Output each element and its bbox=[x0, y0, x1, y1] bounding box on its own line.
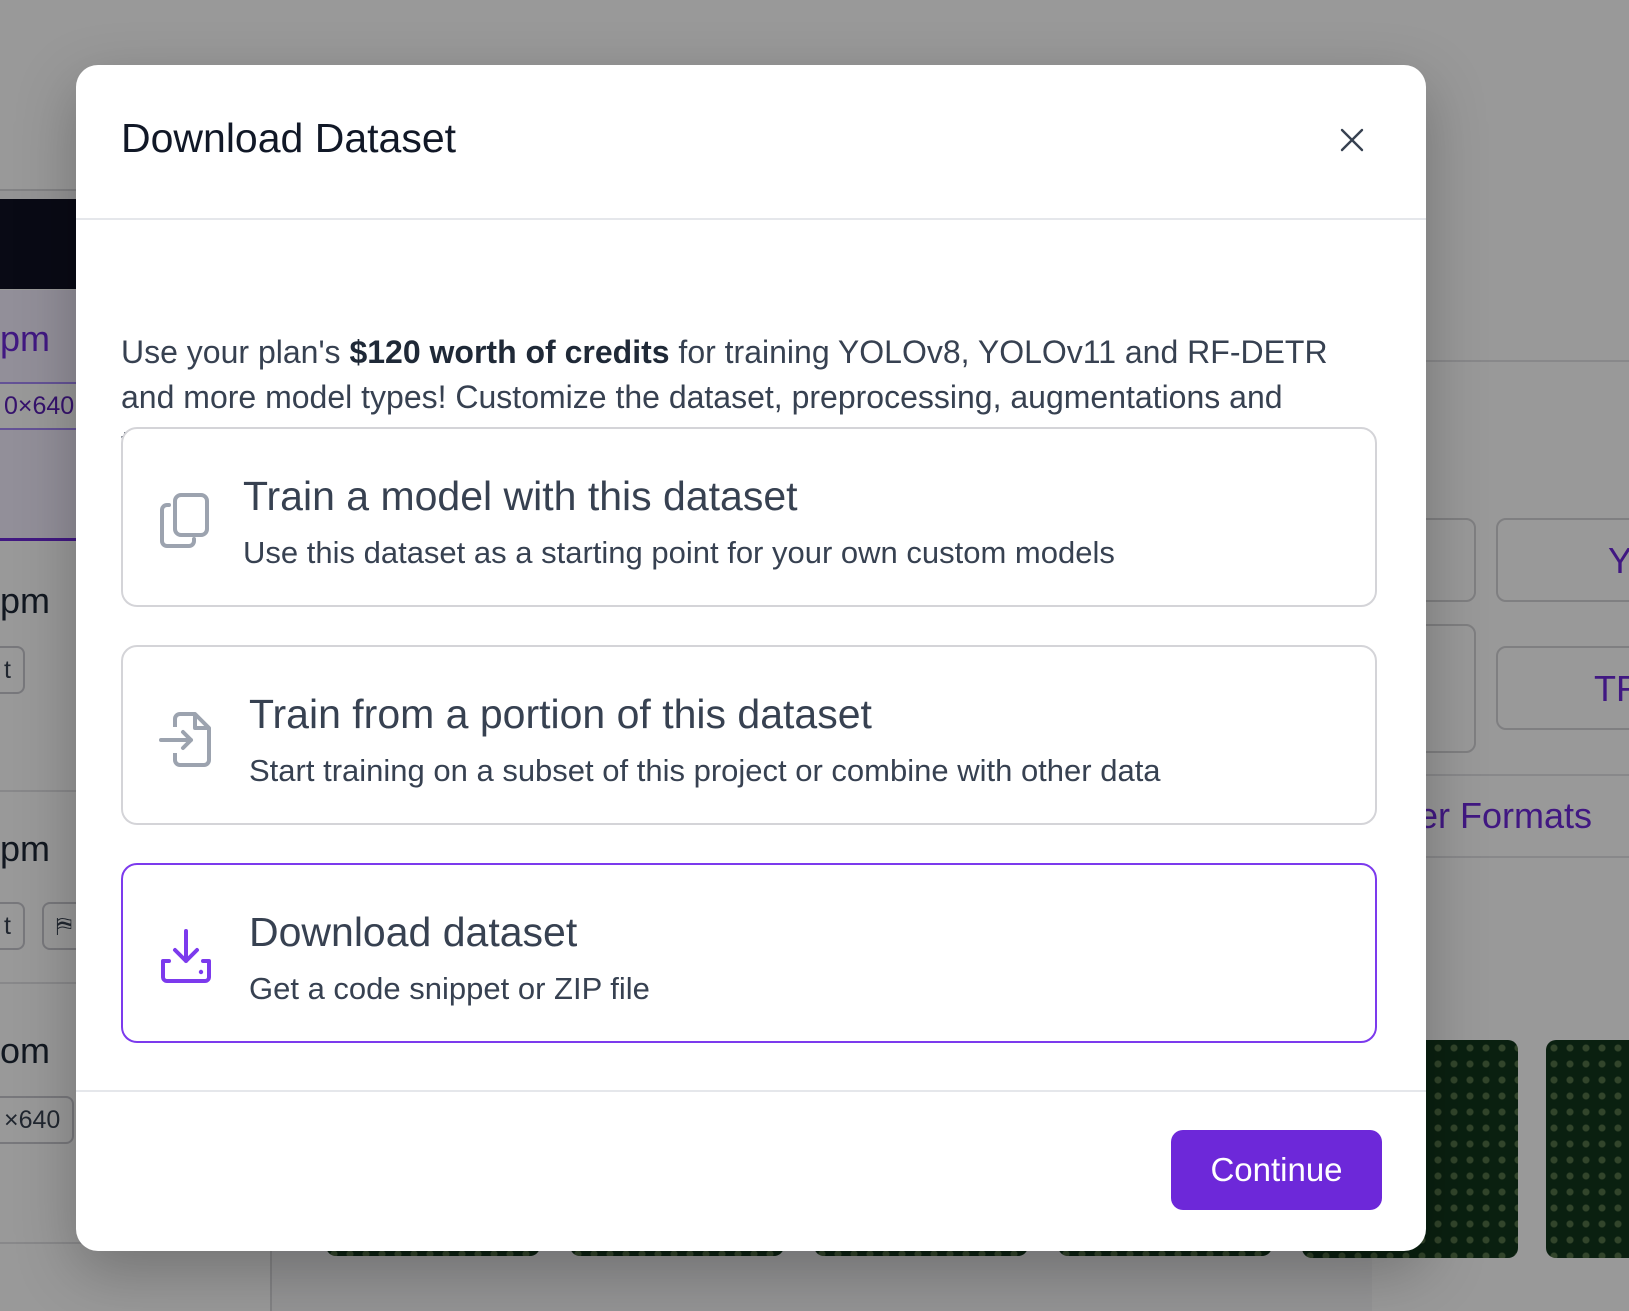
copy-icon bbox=[160, 493, 209, 548]
intro-text-start: Use your plan's bbox=[121, 334, 350, 370]
option-description: Start training on a subset of this proje… bbox=[249, 753, 1161, 788]
modal-title: Download Dataset bbox=[121, 115, 457, 161]
close-icon bbox=[1340, 128, 1364, 152]
continue-button[interactable]: Continue bbox=[1171, 1130, 1382, 1210]
option-description: Get a code snippet or ZIP file bbox=[249, 971, 650, 1006]
modal-header: Download Dataset bbox=[76, 65, 1426, 220]
file-import-icon bbox=[159, 712, 211, 767]
credits-amount: $120 worth of credits bbox=[349, 334, 670, 370]
option-train-model[interactable]: Train a model with this dataset Use this… bbox=[121, 427, 1377, 607]
option-download-dataset[interactable]: Download dataset Get a code snippet or Z… bbox=[121, 863, 1377, 1043]
option-description: Use this dataset as a starting point for… bbox=[243, 535, 1115, 570]
option-train-portion[interactable]: Train from a portion of this dataset Sta… bbox=[121, 645, 1377, 825]
option-title: Download dataset bbox=[249, 909, 578, 955]
option-title: Train a model with this dataset bbox=[243, 473, 798, 519]
download-tray-icon bbox=[161, 929, 211, 983]
modal-footer: Continue bbox=[76, 1090, 1426, 1251]
close-button[interactable] bbox=[1324, 112, 1380, 168]
download-dataset-modal: Download Dataset Use your plan's $120 wo… bbox=[76, 65, 1426, 1251]
option-title: Train from a portion of this dataset bbox=[249, 691, 872, 737]
